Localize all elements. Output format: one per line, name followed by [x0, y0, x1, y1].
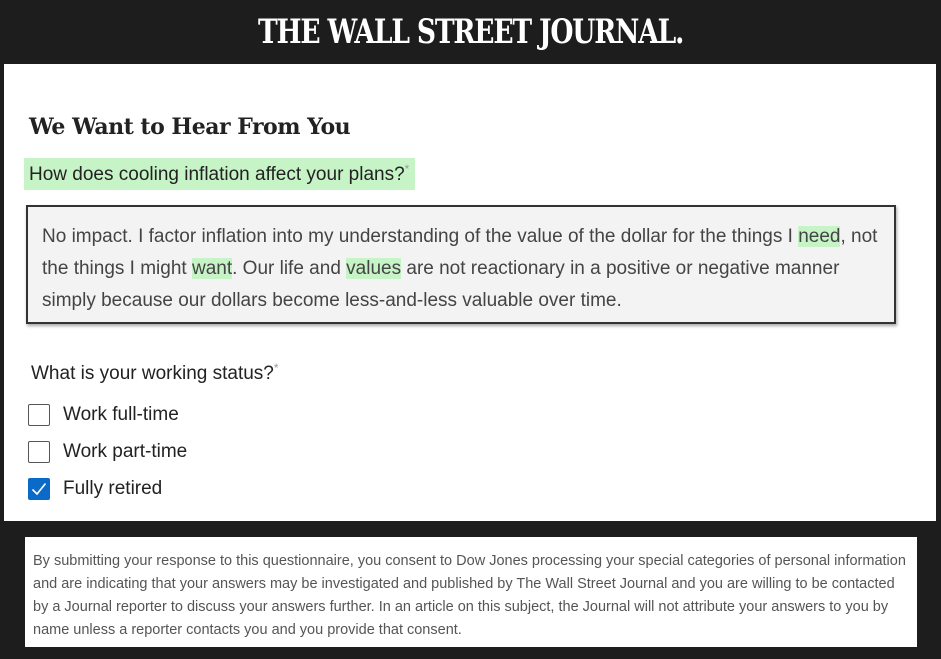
option-label: Fully retired	[63, 478, 163, 499]
form-panel: We Want to Hear From You How does coolin…	[4, 64, 936, 521]
form-heading: We Want to Hear From You	[29, 114, 351, 140]
inflation-answer-textarea[interactable]: No impact. I factor inflation into my un…	[26, 205, 896, 324]
answer-segment: No impact. I factor inflation into my un…	[42, 226, 799, 247]
consent-text: By submitting your response to this ques…	[33, 553, 906, 638]
wsj-logo[interactable]: THE WALL STREET JOURNAL.	[258, 12, 684, 52]
checkbox[interactable]	[28, 404, 50, 426]
question-inflation-text: How does cooling inflation affect your p…	[29, 164, 405, 185]
required-marker: *	[404, 162, 410, 176]
option-label: Work part-time	[63, 441, 188, 462]
option-work-part-time[interactable]: Work part-time	[28, 441, 187, 463]
consent-notice: By submitting your response to this ques…	[25, 537, 917, 647]
checkmark-icon	[31, 482, 47, 496]
question-working-status-text: What is your working status?	[31, 363, 274, 384]
checkbox[interactable]	[28, 441, 50, 463]
highlighted-word: need	[798, 226, 841, 247]
required-marker: *	[273, 361, 279, 375]
checkbox[interactable]	[28, 478, 50, 500]
highlighted-word: values	[346, 258, 402, 279]
answer-segment: . Our life and	[232, 258, 347, 279]
masthead: THE WALL STREET JOURNAL.	[0, 0, 941, 64]
question-working-status-label: What is your working status?*	[31, 361, 279, 385]
question-inflation-label: How does cooling inflation affect your p…	[24, 158, 416, 190]
highlighted-word: want	[191, 258, 233, 279]
inflation-answer-text: No impact. I factor inflation into my un…	[42, 221, 888, 317]
option-fully-retired[interactable]: Fully retired	[28, 478, 162, 500]
option-work-full-time[interactable]: Work full-time	[28, 404, 179, 426]
option-label: Work full-time	[63, 404, 179, 425]
